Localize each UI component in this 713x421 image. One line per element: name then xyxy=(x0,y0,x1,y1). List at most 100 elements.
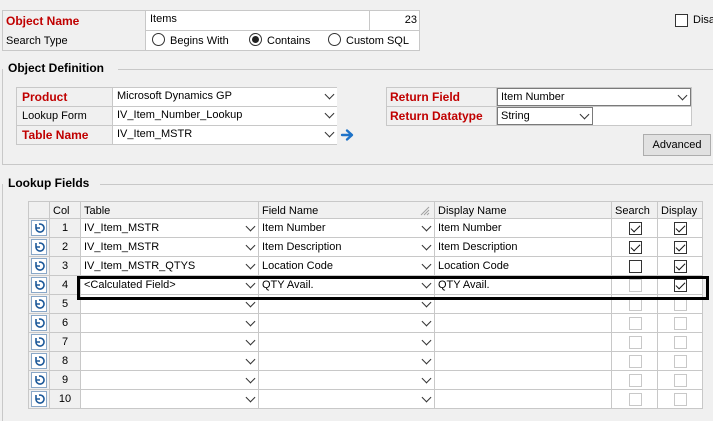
return-datatype-select-value: String xyxy=(501,110,530,122)
row-display-checkbox[interactable] xyxy=(674,260,687,273)
row-undo-button[interactable] xyxy=(31,353,47,369)
row-field-select[interactable] xyxy=(259,295,435,314)
object-definition-title: Object Definition xyxy=(8,61,104,75)
row-search-cell xyxy=(612,352,658,371)
undo-arrow-icon xyxy=(35,375,45,385)
row-display-name-input[interactable]: Item Description xyxy=(435,238,612,257)
return-field-select[interactable]: Item Number xyxy=(497,88,691,106)
row-undo-button[interactable] xyxy=(31,220,47,236)
row-undo-button[interactable] xyxy=(31,239,47,255)
row-display-name-input[interactable] xyxy=(435,390,612,409)
row-table-value: IV_Item_MSTR xyxy=(84,222,160,234)
row-table-value: <Calculated Field> xyxy=(84,279,176,291)
undo-arrow-icon xyxy=(35,299,45,309)
row-display-name-input[interactable]: Item Number xyxy=(435,219,612,238)
row-table-select[interactable] xyxy=(81,371,259,390)
row-display-name-input[interactable] xyxy=(435,314,612,333)
row-field-select[interactable] xyxy=(259,390,435,409)
lookup-fields-title: Lookup Fields xyxy=(8,176,90,190)
row-field-select[interactable] xyxy=(259,371,435,390)
row-col-number: 2 xyxy=(50,238,81,257)
table-go-button[interactable] xyxy=(340,127,356,143)
grid-header-col: Col xyxy=(50,201,81,219)
row-search-checkbox[interactable] xyxy=(629,241,642,254)
row-table-select[interactable]: IV_Item_MSTR xyxy=(81,238,259,257)
row-field-select[interactable] xyxy=(259,333,435,352)
chevron-down-icon xyxy=(245,335,256,346)
row-table-select[interactable]: IV_Item_MSTR xyxy=(81,219,259,238)
row-undo-button[interactable] xyxy=(31,372,47,388)
row-table-select[interactable] xyxy=(81,333,259,352)
row-search-cell xyxy=(612,390,658,409)
radio-begins-with[interactable] xyxy=(152,33,165,46)
chevron-down-icon xyxy=(421,392,432,403)
row-display-name-input[interactable]: QTY Avail. xyxy=(435,276,612,295)
row-field-select[interactable]: Item Number xyxy=(259,219,435,238)
row-table-select[interactable] xyxy=(81,352,259,371)
row-undo-button[interactable] xyxy=(31,315,47,331)
product-select[interactable]: Microsoft Dynamics GP xyxy=(114,88,337,106)
grid-header-table: Table xyxy=(81,201,259,219)
row-search-checkbox[interactable] xyxy=(629,260,642,273)
search-option-begins-with[interactable]: Begins With xyxy=(152,32,229,50)
table-name-select[interactable]: IV_Item_MSTR xyxy=(114,126,337,144)
row-col-number: 8 xyxy=(50,352,81,371)
row-undo-button[interactable] xyxy=(31,296,47,312)
row-undo-button[interactable] xyxy=(31,391,47,407)
row-search-checkbox xyxy=(629,374,642,387)
row-undo-button[interactable] xyxy=(31,277,47,293)
row-field-select[interactable]: Item Description xyxy=(259,238,435,257)
drag-handle-icon[interactable] xyxy=(418,204,432,218)
row-table-select[interactable]: <Calculated Field> xyxy=(81,276,259,295)
chevron-down-icon xyxy=(324,89,335,100)
row-field-select[interactable] xyxy=(259,352,435,371)
search-option-custom-sql[interactable]: Custom SQL xyxy=(328,32,409,50)
lookup-form-select[interactable]: IV_Item_Number_Lookup xyxy=(114,107,337,125)
row-field-select[interactable]: Location Code xyxy=(259,257,435,276)
row-col-number: 4 xyxy=(50,276,81,295)
undo-arrow-icon xyxy=(35,261,45,271)
chevron-down-icon xyxy=(579,109,590,120)
undo-arrow-icon xyxy=(35,394,45,404)
row-display-checkbox xyxy=(674,355,687,368)
row-display-name-input[interactable] xyxy=(435,371,612,390)
row-table-select[interactable] xyxy=(81,314,259,333)
radio-contains[interactable] xyxy=(249,33,262,46)
search-option-contains[interactable]: Contains xyxy=(249,32,310,50)
row-action-cell xyxy=(28,238,50,257)
radio-custom-sql[interactable] xyxy=(328,33,341,46)
row-undo-button[interactable] xyxy=(31,334,47,350)
row-field-select[interactable] xyxy=(259,314,435,333)
row-action-cell xyxy=(28,371,50,390)
row-table-select[interactable]: IV_Item_MSTR_QTYS xyxy=(81,257,259,276)
row-display-checkbox xyxy=(674,374,687,387)
undo-arrow-icon xyxy=(35,242,45,252)
row-table-select[interactable] xyxy=(81,295,259,314)
row-undo-button[interactable] xyxy=(31,258,47,274)
row-action-cell xyxy=(28,333,50,352)
chevron-down-icon xyxy=(421,221,432,232)
search-option-label: Custom SQL xyxy=(346,35,409,47)
row-table-select[interactable] xyxy=(81,390,259,409)
row-display-checkbox[interactable] xyxy=(674,241,687,254)
row-display-cell xyxy=(658,295,703,314)
lookup-form-label: Lookup Form xyxy=(22,110,87,122)
return-datatype-select[interactable]: String xyxy=(497,107,593,125)
disable-checkbox[interactable] xyxy=(675,14,688,27)
chevron-down-icon xyxy=(245,240,256,251)
search-option-label: Begins With xyxy=(170,35,229,47)
advanced-button[interactable]: Advanced xyxy=(643,134,711,156)
row-display-name-input[interactable] xyxy=(435,333,612,352)
row-search-checkbox[interactable] xyxy=(629,222,642,235)
row-display-name-input[interactable]: Location Code xyxy=(435,257,612,276)
row-display-name-input[interactable] xyxy=(435,295,612,314)
row-display-name-input[interactable] xyxy=(435,352,612,371)
row-search-checkbox xyxy=(629,393,642,406)
row-display-checkbox[interactable] xyxy=(674,222,687,235)
row-field-select[interactable]: QTY Avail. xyxy=(259,276,435,295)
object-name-input[interactable]: Items xyxy=(147,11,369,30)
row-table-value: IV_Item_MSTR_QTYS xyxy=(84,260,196,272)
row-display-checkbox[interactable] xyxy=(674,279,687,292)
product-label: Product xyxy=(22,90,68,104)
chevron-down-icon xyxy=(421,335,432,346)
